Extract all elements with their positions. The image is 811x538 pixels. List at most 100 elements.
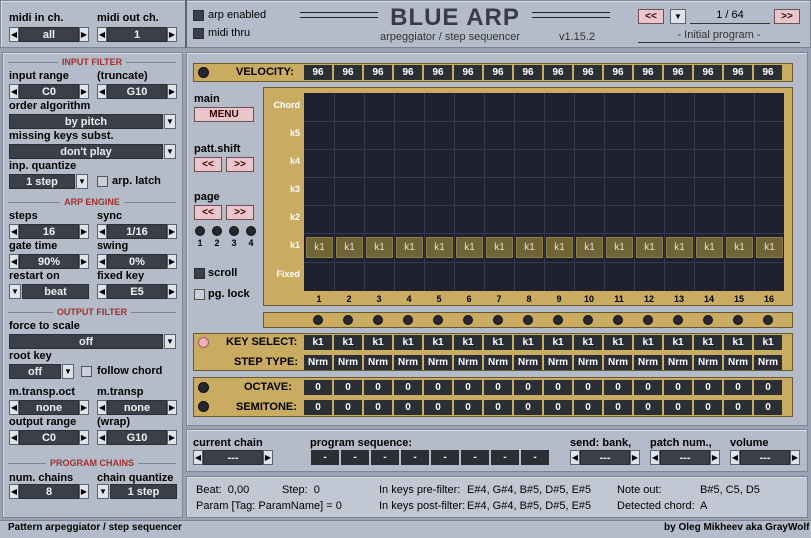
program-sequence-slot[interactable]: -	[461, 450, 489, 465]
semitone-cell[interactable]: 0	[574, 400, 602, 415]
key-select-cell[interactable]: k1	[394, 335, 422, 350]
octave-cell[interactable]: 0	[334, 380, 362, 395]
chevron-down-icon[interactable]: ▼	[164, 114, 176, 129]
semitone-cell[interactable]: 0	[304, 400, 332, 415]
step-type-cell[interactable]: Nrm	[724, 355, 752, 370]
grid-note-k1[interactable]: k1	[666, 237, 693, 258]
steps-selector[interactable]: ◀ 16 ▶	[9, 224, 89, 239]
velocity-cell[interactable]: 96	[754, 65, 782, 80]
chevron-left-icon[interactable]: ◀	[9, 27, 19, 42]
chevron-left-icon[interactable]: ◀	[97, 224, 107, 239]
octave-cell[interactable]: 0	[424, 380, 452, 395]
step-type-cell[interactable]: Nrm	[334, 355, 362, 370]
grid-note-k1[interactable]: k1	[486, 237, 513, 258]
key-select-cell[interactable]: k1	[574, 335, 602, 350]
chevron-right-icon[interactable]: ▶	[630, 450, 640, 465]
key-select-cell[interactable]: k1	[514, 335, 542, 350]
restart-on-select[interactable]: beat	[22, 284, 89, 299]
midi-out-selector[interactable]: ◀ 1 ▶	[97, 27, 177, 42]
page-right-button[interactable]: >>	[226, 205, 254, 220]
next-program-button[interactable]: >>	[774, 9, 800, 24]
step-type-cell[interactable]: Nrm	[754, 355, 782, 370]
velocity-cell[interactable]: 96	[394, 65, 422, 80]
num-chains-selector[interactable]: ◀ 8 ▶	[9, 484, 89, 499]
page-4-led[interactable]	[246, 226, 256, 236]
velocity-cell[interactable]: 96	[694, 65, 722, 80]
order-algorithm-select[interactable]: by pitch	[9, 114, 163, 129]
arp-latch-checkbox[interactable]	[97, 176, 108, 187]
page-2-led[interactable]	[212, 226, 222, 236]
velocity-cell[interactable]: 96	[424, 65, 452, 80]
chevron-left-icon[interactable]: ◀	[97, 284, 107, 299]
semitone-cell[interactable]: 0	[694, 400, 722, 415]
program-name[interactable]: - Initial program -	[638, 29, 800, 43]
grid-note-k1[interactable]: k1	[516, 237, 543, 258]
octave-cell[interactable]: 0	[634, 380, 662, 395]
patch-num-selector[interactable]: ◀ --- ▶	[650, 450, 720, 465]
chevron-left-icon[interactable]: ◀	[9, 484, 19, 499]
step-type-cell[interactable]: Nrm	[574, 355, 602, 370]
grid-note-k1[interactable]: k1	[756, 237, 783, 258]
semitone-cell[interactable]: 0	[484, 400, 512, 415]
octave-cell[interactable]: 0	[724, 380, 752, 395]
key-select-cell[interactable]: k1	[484, 335, 512, 350]
chevron-right-icon[interactable]: ▶	[167, 430, 177, 445]
step-type-cell[interactable]: Nrm	[694, 355, 722, 370]
chevron-right-icon[interactable]: ▶	[79, 224, 89, 239]
key-select-cell[interactable]: k1	[634, 335, 662, 350]
octave-cell[interactable]: 0	[544, 380, 572, 395]
velocity-cell[interactable]: 96	[364, 65, 392, 80]
pg-lock-checkbox[interactable]	[194, 289, 205, 300]
octave-cell[interactable]: 0	[364, 380, 392, 395]
velocity-cell[interactable]: 96	[634, 65, 662, 80]
velocity-cell[interactable]: 96	[604, 65, 632, 80]
key-select-cell[interactable]: k1	[424, 335, 452, 350]
chevron-left-icon[interactable]: ◀	[9, 84, 19, 99]
page-3-led[interactable]	[229, 226, 239, 236]
grid-note-k1[interactable]: k1	[576, 237, 603, 258]
chevron-right-icon[interactable]: ▶	[79, 430, 89, 445]
semitone-cell[interactable]: 0	[364, 400, 392, 415]
chevron-down-icon[interactable]: ▼	[9, 284, 21, 299]
velocity-cell[interactable]: 96	[454, 65, 482, 80]
input-quantize-select[interactable]: 1 step	[9, 174, 75, 189]
chevron-right-icon[interactable]: ▶	[167, 254, 177, 269]
grid-note-k1[interactable]: k1	[396, 237, 423, 258]
force-to-scale-select[interactable]: off	[9, 334, 163, 349]
grid-note-k1[interactable]: k1	[606, 237, 633, 258]
octave-cell[interactable]: 0	[514, 380, 542, 395]
chain-quantize-select[interactable]: 1 step	[110, 484, 177, 499]
step-type-cell[interactable]: Nrm	[454, 355, 482, 370]
key-select-cell[interactable]: k1	[604, 335, 632, 350]
chevron-left-icon[interactable]: ◀	[730, 450, 740, 465]
chevron-right-icon[interactable]: ▶	[263, 450, 273, 465]
chevron-left-icon[interactable]: ◀	[97, 430, 107, 445]
program-dropdown-button[interactable]: ▼	[670, 9, 686, 24]
chevron-left-icon[interactable]: ◀	[193, 450, 203, 465]
program-sequence-slot[interactable]: -	[341, 450, 369, 465]
velocity-led[interactable]	[198, 67, 209, 78]
chevron-left-icon[interactable]: ◀	[9, 400, 19, 415]
page-left-button[interactable]: <<	[194, 205, 222, 220]
chevron-right-icon[interactable]: ▶	[167, 224, 177, 239]
step-type-cell[interactable]: Nrm	[664, 355, 692, 370]
semitone-cell[interactable]: 0	[514, 400, 542, 415]
chevron-right-icon[interactable]: ▶	[167, 400, 177, 415]
sync-selector[interactable]: ◀ 1/16 ▶	[97, 224, 177, 239]
input-range-high[interactable]: ◀ G10 ▶	[97, 84, 177, 99]
key-select-led[interactable]	[198, 337, 209, 348]
semitone-cell[interactable]: 0	[424, 400, 452, 415]
step-type-cell[interactable]: Nrm	[484, 355, 512, 370]
semitone-cell[interactable]: 0	[454, 400, 482, 415]
current-chain-selector[interactable]: ◀ --- ▶	[193, 450, 273, 465]
octave-cell[interactable]: 0	[304, 380, 332, 395]
chevron-right-icon[interactable]: ▶	[167, 284, 177, 299]
octave-cell[interactable]: 0	[604, 380, 632, 395]
midi-in-selector[interactable]: ◀ all ▶	[9, 27, 89, 42]
arp-enabled-checkbox[interactable]	[193, 10, 204, 21]
key-select-cell[interactable]: k1	[364, 335, 392, 350]
key-select-cell[interactable]: k1	[754, 335, 782, 350]
chevron-right-icon[interactable]: ▶	[790, 450, 800, 465]
input-range-low[interactable]: ◀ C0 ▶	[9, 84, 89, 99]
output-range-low[interactable]: ◀ C0 ▶	[9, 430, 89, 445]
